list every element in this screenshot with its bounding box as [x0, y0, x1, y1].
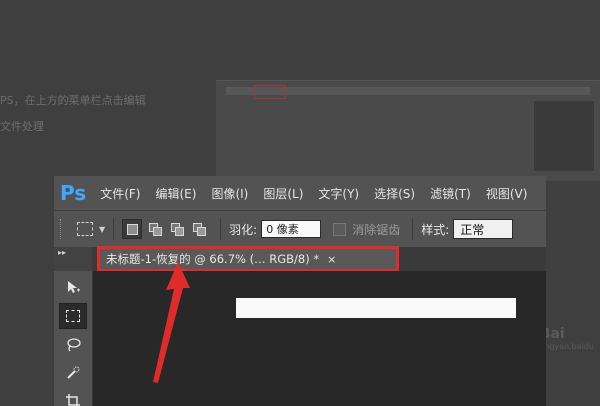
annotation-arrow-icon [153, 262, 190, 383]
